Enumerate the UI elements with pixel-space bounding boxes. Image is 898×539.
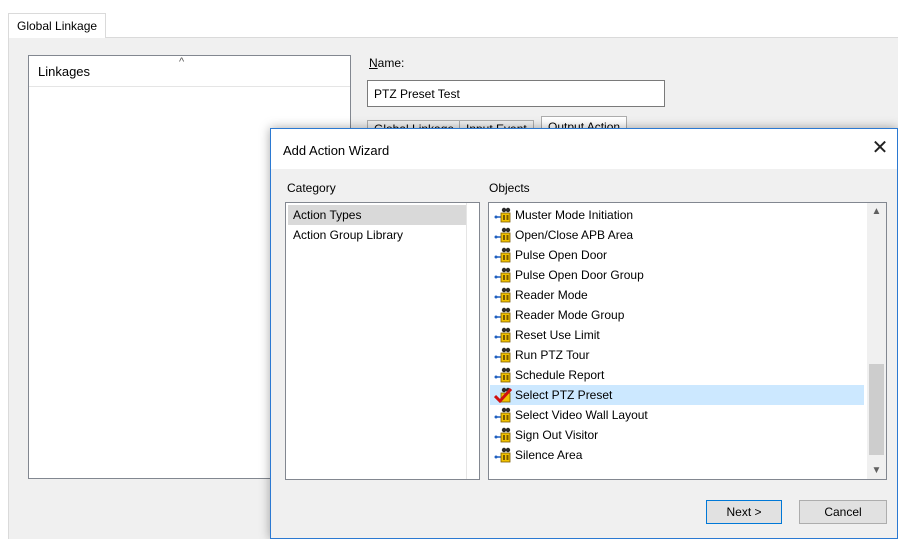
- tab-global-linkage[interactable]: Global Linkage: [8, 13, 107, 39]
- scroll-down-icon[interactable]: ▼: [867, 462, 886, 479]
- action-icon: [494, 287, 514, 303]
- object-item-label: Select Video Wall Layout: [515, 408, 648, 422]
- object-item[interactable]: Select Video Wall Layout: [490, 405, 864, 425]
- name-label: Name:: [369, 56, 404, 70]
- linkages-header-label: Linkages: [38, 64, 91, 79]
- object-item[interactable]: Reset Use Limit: [490, 325, 864, 345]
- category-list[interactable]: Action Types Action Group Library: [285, 202, 480, 480]
- object-item-label: Muster Mode Initiation: [515, 208, 634, 222]
- object-item[interactable]: Reader Mode: [490, 285, 864, 305]
- object-item-label: Reset Use Limit: [515, 328, 600, 342]
- object-item-label: Select PTZ Preset: [515, 388, 613, 402]
- dialog-title: Add Action Wizard: [283, 143, 390, 158]
- object-item[interactable]: Pulse Open Door: [490, 245, 864, 265]
- action-icon: [494, 227, 514, 243]
- name-input[interactable]: [367, 80, 665, 107]
- category-item-action-group-library[interactable]: Action Group Library: [288, 225, 403, 245]
- action-icon: [494, 367, 514, 383]
- name-label-mnemonic: N: [369, 56, 378, 70]
- dialog-titlebar[interactable]: Add Action Wizard ✕: [271, 129, 897, 169]
- object-item[interactable]: Reader Mode Group: [490, 305, 864, 325]
- object-item-label: Silence Area: [515, 448, 583, 462]
- sort-ascending-icon: ^: [179, 56, 185, 68]
- action-icon: [494, 407, 514, 423]
- cancel-button[interactable]: Cancel: [799, 500, 887, 524]
- object-item[interactable]: Sign Out Visitor: [490, 425, 864, 445]
- object-item-label: Pulse Open Door Group: [515, 268, 644, 282]
- category-item-action-types[interactable]: Action Types: [288, 205, 466, 225]
- object-item[interactable]: Silence Area: [490, 445, 864, 465]
- column-divider: [466, 203, 467, 479]
- name-label-text: ame:: [377, 56, 405, 70]
- action-icon: [494, 247, 514, 263]
- object-item[interactable]: Run PTZ Tour: [490, 345, 864, 365]
- action-icon: [494, 447, 514, 463]
- action-icon: [494, 327, 514, 343]
- close-icon[interactable]: ✕: [867, 137, 893, 161]
- action-icon: [494, 307, 514, 323]
- object-item-label: Schedule Report: [515, 368, 605, 382]
- object-item-label: Sign Out Visitor: [515, 428, 599, 442]
- object-item-label: Run PTZ Tour: [515, 348, 590, 362]
- linkages-column-header[interactable]: Linkages ^: [29, 56, 350, 87]
- object-item[interactable]: Schedule Report: [490, 365, 864, 385]
- tabstrip: [8, 0, 898, 38]
- object-item[interactable]: Select PTZ Preset: [490, 385, 864, 405]
- action-icon: [494, 427, 514, 443]
- objects-list[interactable]: Muster Mode Initiation Open/Close APB Are…: [488, 202, 887, 480]
- category-label: Category: [287, 181, 336, 195]
- object-item-label: Reader Mode Group: [515, 308, 625, 322]
- action-icon: [494, 267, 514, 283]
- add-action-wizard-dialog: Add Action Wizard ✕ Category Objects Act…: [270, 128, 898, 539]
- objects-scrollbar[interactable]: ▲ ▼: [867, 203, 886, 479]
- object-item[interactable]: Muster Mode Initiation: [490, 205, 864, 225]
- object-item-label: Pulse Open Door: [515, 248, 608, 262]
- object-item[interactable]: Open/Close APB Area: [490, 225, 864, 245]
- object-item-label: Open/Close APB Area: [515, 228, 634, 242]
- scroll-up-icon[interactable]: ▲: [867, 203, 886, 220]
- object-item-label: Reader Mode: [515, 288, 588, 302]
- scroll-thumb[interactable]: [869, 364, 884, 455]
- objects-label: Objects: [489, 181, 530, 195]
- action-icon: [494, 207, 514, 223]
- action-icon: [494, 347, 514, 363]
- selected-action-icon: [493, 387, 514, 404]
- next-button[interactable]: Next >: [706, 500, 782, 524]
- object-item[interactable]: Pulse Open Door Group: [490, 265, 864, 285]
